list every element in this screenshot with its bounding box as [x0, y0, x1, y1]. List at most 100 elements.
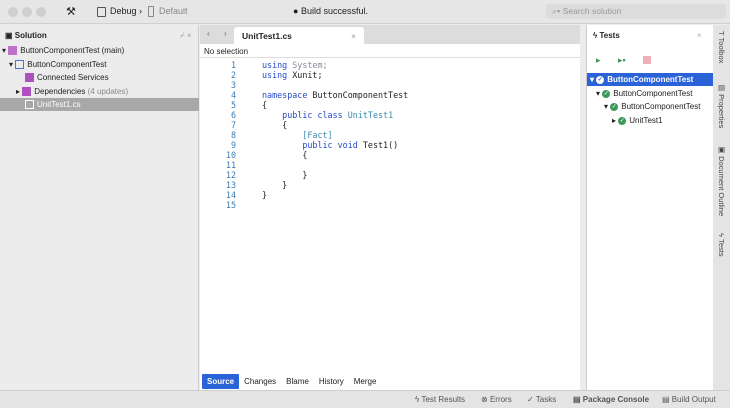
editor[interactable]: ‹ › UnitTest1.cs × No selection 1 using Sy…	[200, 25, 580, 390]
output-icon: ▤	[662, 395, 670, 404]
file-icon	[25, 100, 34, 110]
tab-history[interactable]: History	[314, 374, 349, 389]
tree-item-solution[interactable]: ▾ ButtonComponentTest (main)	[0, 44, 199, 57]
build-hammer-icon[interactable]: ⚒	[66, 5, 76, 18]
stop-button[interactable]	[643, 56, 651, 64]
solution-icon	[8, 46, 18, 56]
console-icon: ▤	[573, 395, 581, 404]
run-selected-button[interactable]: ▸▪	[618, 55, 626, 66]
run-all-button[interactable]: ▸	[596, 55, 601, 66]
editor-bottom-tabs: Source Changes Blame History Merge	[202, 374, 381, 389]
code-token: Test1()	[362, 140, 399, 150]
side-label: Toolbox	[717, 37, 726, 64]
search-icon: ⌕▾	[552, 6, 561, 16]
code-area[interactable]: 1 using System; 2 using Xunit; 3 4 namespace B…	[200, 60, 580, 240]
side-label: Tests	[717, 239, 726, 257]
tree-item-unittest1[interactable]: UnitTest1.cs	[0, 98, 199, 111]
line-number: 14	[225, 190, 236, 200]
code-line[interactable]: {	[262, 150, 307, 160]
line-number: 15	[225, 200, 236, 210]
test-label: ButtonComponentTest	[613, 89, 693, 98]
code-token: ButtonComponentTest	[312, 90, 409, 100]
code-line[interactable]: {	[262, 120, 287, 130]
tree-label: ButtonComponentTest (main)	[20, 46, 125, 55]
side-tab-toolbox[interactable]: T Toolbox	[717, 31, 726, 63]
errors-button[interactable]: ⊗ Errors	[481, 395, 512, 404]
config-label: Debug	[110, 6, 137, 16]
test-item[interactable]: ▾ ✓ ButtonComponentTest	[596, 87, 692, 100]
search-placeholder: Search solution	[562, 6, 622, 16]
line-number: 13	[225, 180, 236, 190]
tree-item-project[interactable]: ▾ ButtonComponentTest	[0, 58, 199, 71]
side-tab-document-outline[interactable]: ▣ Document Outline	[717, 145, 726, 216]
tasks-button[interactable]: ✓ Tasks	[527, 395, 556, 404]
build-status: ● Build successful.	[293, 6, 368, 16]
forward-button[interactable]: ›	[224, 29, 227, 38]
tree-item-connected-services[interactable]: Connected Services	[0, 71, 199, 84]
package-console-button[interactable]: ▤ Package Console	[573, 395, 649, 404]
code-token: {	[262, 120, 288, 130]
tree-label: ButtonComponentTest	[27, 60, 107, 69]
code-line[interactable]: }	[262, 170, 307, 180]
code-token: [Fact]	[302, 130, 333, 140]
solution-pad: ▣ Solution ⌿ × ▾ ButtonComponentTest (ma…	[0, 25, 199, 390]
tests-pad: ϟ Tests × ▸ ▸▪ ▾ ✓ ButtonComponentTest ▾ …	[586, 25, 713, 390]
tab-source[interactable]: Source	[202, 374, 240, 389]
code-token: {	[262, 100, 268, 110]
line-number: 9	[230, 140, 236, 150]
test-label: ButtonComponentTest	[607, 75, 694, 84]
zoom-window-button[interactable]	[36, 7, 46, 17]
minimize-window-button[interactable]	[22, 7, 32, 17]
tab-merge[interactable]: Merge	[349, 374, 382, 389]
code-line[interactable]: {	[262, 100, 267, 110]
line-number: 3	[230, 80, 236, 90]
code-token: }	[262, 170, 308, 180]
status-label: Errors	[489, 395, 512, 404]
tree-item-dependencies[interactable]: ▸ Dependencies (4 updates)	[0, 85, 199, 98]
status-bar: ϟ Test Results ⊗ Errors ✓ Tasks ▤ Packag…	[0, 390, 730, 408]
line-number: 12	[225, 170, 236, 180]
pad-close-button[interactable]: ⌿ ×	[180, 31, 192, 41]
solution-title: Solution	[14, 31, 47, 40]
code-line[interactable]: }	[262, 190, 267, 200]
build-status-text: Build successful.	[300, 6, 368, 16]
tab-close-icon[interactable]: ×	[351, 31, 356, 41]
search-input[interactable]: ⌕▾ Search solution	[546, 4, 726, 19]
solution-header: ▣ Solution	[5, 31, 47, 40]
test-item[interactable]: ▾ ✓ ButtonComponentTest	[604, 100, 700, 113]
code-line[interactable]: public class UnitTest1	[262, 110, 393, 120]
side-tab-tests[interactable]: ϟ Tests	[717, 233, 726, 257]
title-bar: ⚒ Debug › Default ● Build successful. ⌕▾…	[0, 0, 730, 24]
line-number: 1	[230, 60, 236, 70]
config-selector[interactable]: Debug ›	[110, 6, 142, 16]
test-item-root[interactable]: ▾ ✓ ButtonComponentTest	[587, 73, 713, 86]
selection-bar: No selection	[200, 44, 580, 58]
config-icon	[97, 7, 106, 17]
code-line[interactable]: namespace ButtonComponentTest	[262, 90, 408, 100]
code-line[interactable]: using Xunit;	[262, 70, 323, 80]
code-token: using	[262, 60, 293, 70]
tab-blame[interactable]: Blame	[281, 374, 314, 389]
side-tab-properties[interactable]: ▤ Properties	[717, 83, 726, 128]
close-window-button[interactable]	[8, 7, 18, 17]
folder-icon	[25, 73, 34, 83]
tab-unittest1[interactable]: UnitTest1.cs ×	[234, 27, 364, 44]
tab-changes[interactable]: Changes	[239, 374, 281, 389]
side-pad-strip: T Toolbox ▤ Properties ▣ Document Outlin…	[713, 25, 730, 390]
code-line[interactable]: using System;	[262, 60, 328, 70]
check-icon: ✓	[527, 395, 534, 404]
device-selector[interactable]: Default	[159, 6, 188, 16]
test-item[interactable]: ▸ ✓ UnitTest1	[612, 114, 663, 127]
code-token: {	[262, 150, 308, 160]
code-line[interactable]: public void Test1()	[262, 140, 398, 150]
test-results-button[interactable]: ϟ Test Results	[415, 395, 465, 404]
code-line[interactable]: }	[262, 180, 287, 190]
back-button[interactable]: ‹	[207, 29, 210, 38]
build-output-button[interactable]: ▤ Build Output	[662, 395, 716, 404]
code-line[interactable]: [Fact]	[262, 130, 333, 140]
pad-close-button[interactable]: ×	[697, 31, 702, 40]
code-token: Xunit;	[292, 70, 323, 80]
side-label: Document Outline	[717, 156, 726, 217]
code-token: }	[262, 190, 268, 200]
